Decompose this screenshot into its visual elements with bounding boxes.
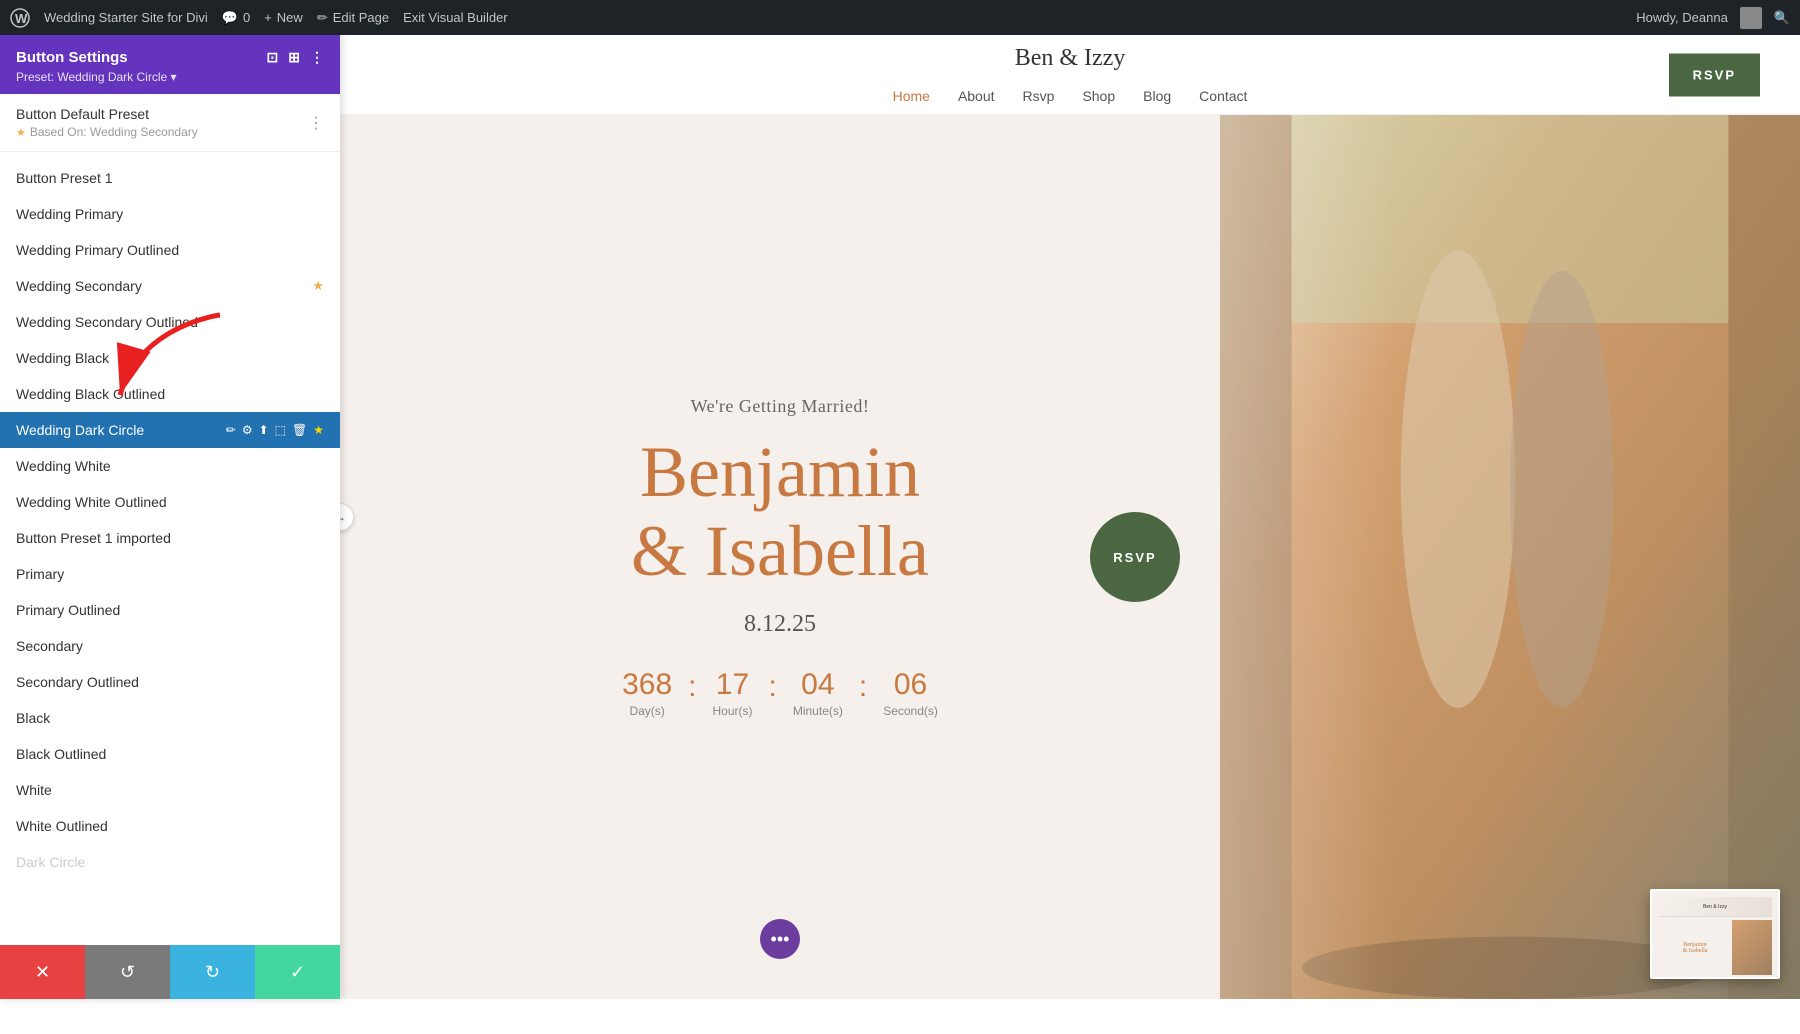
site-name[interactable]: Wedding Starter Site for Divi bbox=[44, 10, 208, 25]
list-item[interactable]: Primary Outlined bbox=[0, 592, 340, 628]
hero-section: We're Getting Married! Benjamin & Isabel… bbox=[340, 115, 1800, 999]
list-item[interactable]: Secondary bbox=[0, 628, 340, 664]
panel-title-text: Button Settings bbox=[16, 49, 128, 66]
list-item[interactable]: Wedding Secondary ★ bbox=[0, 268, 340, 304]
more-icon[interactable]: ⋮ bbox=[310, 49, 324, 66]
site-nav: Ben & Izzy Home About Rsvp Shop Blog Con… bbox=[340, 35, 1800, 115]
copy-action-icon[interactable]: ⬚ bbox=[275, 423, 286, 437]
countdown: 368 Day(s) : 17 Hour(s) : 04 Minute(s) : bbox=[622, 668, 938, 718]
countdown-sep-2: : bbox=[769, 670, 777, 704]
hero-more-button[interactable]: ••• bbox=[760, 919, 800, 959]
list-item[interactable]: Wedding White bbox=[0, 448, 340, 484]
exit-builder-button[interactable]: Exit Visual Builder bbox=[403, 10, 508, 25]
site-logo: Ben & Izzy bbox=[1015, 45, 1126, 72]
nav-links: Home About Rsvp Shop Blog Contact bbox=[893, 88, 1248, 104]
edit-page-button[interactable]: ✏ Edit Page bbox=[317, 10, 389, 26]
preset-list: Button Preset 1 Wedding Primary Wedding … bbox=[0, 152, 340, 945]
settings-action-icon[interactable]: ⚙ bbox=[242, 423, 253, 437]
couple-photo bbox=[1220, 115, 1800, 999]
edit-icon: ✏ bbox=[317, 10, 328, 26]
default-preset-more[interactable]: ⋮ bbox=[308, 113, 324, 133]
fullscreen-icon[interactable]: ⊡ bbox=[267, 49, 279, 66]
list-item[interactable]: Wedding Black bbox=[0, 340, 340, 376]
nav-link-contact[interactable]: Contact bbox=[1199, 88, 1247, 104]
countdown-minutes: 04 Minute(s) bbox=[793, 668, 843, 718]
list-item[interactable]: Wedding Secondary Outlined bbox=[0, 304, 340, 340]
list-item[interactable]: Primary bbox=[0, 556, 340, 592]
panel-header: Button Settings ⊡ ⊞ ⋮ Preset: Wedding Da… bbox=[0, 35, 340, 94]
countdown-seconds: 06 Second(s) bbox=[883, 668, 938, 718]
list-item[interactable]: Black bbox=[0, 700, 340, 736]
panel-title-icons: ⊡ ⊞ ⋮ bbox=[267, 49, 324, 66]
save-button[interactable]: ✓ bbox=[255, 945, 340, 999]
item-actions: ✏ ⚙ ⬆ ⬚ 🗑 ★ bbox=[226, 423, 324, 437]
expand-icon: ↔ bbox=[340, 510, 346, 524]
left-panel: Button Settings ⊡ ⊞ ⋮ Preset: Wedding Da… bbox=[0, 35, 340, 999]
comments-count[interactable]: 💬 0 bbox=[222, 10, 250, 26]
edit-action-icon[interactable]: ✏ bbox=[226, 423, 236, 437]
preset-label[interactable]: Preset: Wedding Dark Circle ▾ bbox=[16, 70, 177, 84]
countdown-days: 368 Day(s) bbox=[622, 668, 672, 718]
cancel-button[interactable]: ✕ bbox=[0, 945, 85, 999]
hero-left: We're Getting Married! Benjamin & Isabel… bbox=[340, 115, 1220, 999]
countdown-hours: 17 Hour(s) bbox=[712, 668, 752, 718]
search-icon[interactable]: 🔍 bbox=[1774, 10, 1790, 26]
delete-action-icon[interactable]: 🗑 bbox=[292, 423, 307, 437]
hero-rsvp-circle[interactable]: RSVP bbox=[1090, 512, 1180, 602]
website-preview: ↔ Ben & Izzy Home About Rsvp Shop Blog C… bbox=[340, 35, 1800, 999]
list-item[interactable]: Button Preset 1 bbox=[0, 160, 340, 196]
list-item[interactable]: Black Outlined bbox=[0, 736, 340, 772]
avatar bbox=[1740, 7, 1762, 29]
list-item[interactable]: Wedding Primary bbox=[0, 196, 340, 232]
hero-subtitle: We're Getting Married! bbox=[691, 396, 870, 417]
nav-rsvp-button[interactable]: RSVP bbox=[1669, 53, 1760, 96]
mini-preview-content: Ben & Izzy Benjamin & Isabella bbox=[1652, 891, 1778, 979]
main-layout: Button Settings ⊡ ⊞ ⋮ Preset: Wedding Da… bbox=[0, 35, 1800, 999]
star-action-icon[interactable]: ★ bbox=[313, 423, 324, 437]
list-item[interactable]: Wedding Primary Outlined bbox=[0, 232, 340, 268]
list-item[interactable]: Wedding Black Outlined bbox=[0, 376, 340, 412]
default-preset-item[interactable]: Button Default Preset ★ Based On: Weddin… bbox=[0, 94, 340, 152]
svg-text:W: W bbox=[15, 11, 28, 26]
list-item[interactable]: Dark Circle bbox=[0, 844, 340, 880]
list-item[interactable]: White bbox=[0, 772, 340, 808]
nav-link-rsvp[interactable]: Rsvp bbox=[1023, 88, 1055, 104]
list-item[interactable]: Wedding White Outlined bbox=[0, 484, 340, 520]
panel-subtitle: Preset: Wedding Dark Circle ▾ bbox=[16, 70, 324, 84]
nav-link-blog[interactable]: Blog bbox=[1143, 88, 1171, 104]
admin-bar: W Wedding Starter Site for Divi 💬 0 + Ne… bbox=[0, 0, 1800, 35]
hero-date: 8.12.25 bbox=[744, 611, 816, 638]
wp-logo[interactable]: W bbox=[10, 8, 30, 28]
upload-action-icon[interactable]: ⬆ bbox=[259, 423, 269, 437]
list-item[interactable]: Button Preset 1 imported bbox=[0, 520, 340, 556]
redo-button[interactable]: ↻ bbox=[170, 945, 255, 999]
panel-title: Button Settings ⊡ ⊞ ⋮ bbox=[16, 49, 324, 66]
nav-link-shop[interactable]: Shop bbox=[1082, 88, 1115, 104]
howdy-label: Howdy, Deanna bbox=[1636, 10, 1728, 25]
list-item[interactable]: White Outlined bbox=[0, 808, 340, 844]
panel-bottom-bar: ✕ ↺ ↻ ✓ bbox=[0, 945, 340, 999]
grid-icon[interactable]: ⊞ bbox=[288, 49, 300, 66]
countdown-sep-1: : bbox=[688, 670, 696, 704]
hero-title: Benjamin & Isabella bbox=[631, 433, 929, 591]
reset-button[interactable]: ↺ bbox=[85, 945, 170, 999]
star-icon: ★ bbox=[312, 278, 324, 294]
new-button[interactable]: + New bbox=[264, 10, 303, 25]
mini-preview: Ben & Izzy Benjamin & Isabella bbox=[1650, 889, 1780, 979]
nav-link-about[interactable]: About bbox=[958, 88, 995, 104]
list-item[interactable]: Secondary Outlined bbox=[0, 664, 340, 700]
hero-right-photo: Ben & Izzy Benjamin & Isabella bbox=[1220, 115, 1800, 999]
countdown-sep-3: : bbox=[859, 670, 867, 704]
nav-link-home[interactable]: Home bbox=[893, 88, 930, 104]
comments-icon: 💬 bbox=[222, 10, 238, 26]
wedding-dark-circle-item[interactable]: Wedding Dark Circle ✏ ⚙ ⬆ ⬚ 🗑 ★ bbox=[0, 412, 340, 448]
